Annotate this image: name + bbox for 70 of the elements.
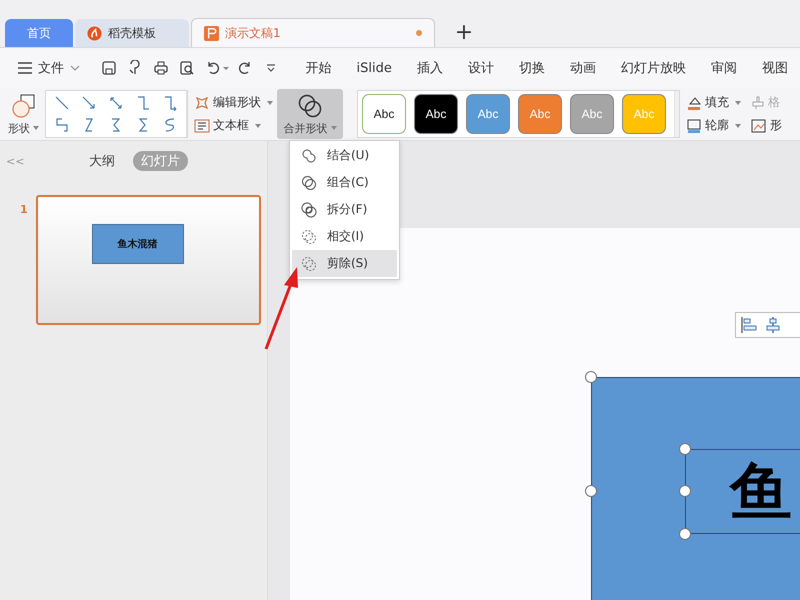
ribbon-tab[interactable]: 插入 bbox=[404, 59, 456, 77]
merge-icon bbox=[301, 256, 317, 272]
ribbon-tab[interactable]: 开始 bbox=[293, 59, 344, 77]
caret-icon bbox=[330, 126, 336, 130]
caret-icon bbox=[735, 124, 741, 128]
shape-effects-button[interactable]: 形 bbox=[751, 117, 782, 134]
unsaved-dot bbox=[416, 30, 422, 36]
shapes-icon bbox=[10, 92, 36, 118]
merge-shapes-button[interactable]: 合并形状 bbox=[277, 89, 343, 139]
document-tab[interactable]: 稻壳模板 bbox=[75, 19, 189, 47]
outline-icon bbox=[686, 118, 702, 132]
merge-icon bbox=[301, 228, 317, 244]
ribbon-tab[interactable]: 动画 bbox=[557, 59, 608, 77]
text-box-icon bbox=[194, 118, 210, 132]
caret-icon bbox=[255, 124, 261, 128]
merge-shapes-icon bbox=[297, 92, 323, 118]
slide-number: 1 bbox=[20, 202, 28, 216]
paintbrush-icon bbox=[751, 96, 765, 110]
resize-handle[interactable] bbox=[585, 371, 597, 383]
line-shape-icon[interactable] bbox=[54, 117, 70, 133]
menu-item[interactable]: 相交(I) bbox=[292, 223, 397, 250]
line-shape-icon[interactable] bbox=[162, 95, 178, 111]
menu-item[interactable]: 组合(C) bbox=[292, 169, 397, 196]
shapes-button[interactable]: 形状 bbox=[8, 89, 39, 139]
ribbon-tab[interactable]: iSlide bbox=[344, 60, 404, 76]
slide-thumbnail[interactable]: 鱼木混猪 bbox=[36, 195, 261, 325]
merge-icon bbox=[301, 148, 317, 164]
gallery-scrollbar[interactable] bbox=[186, 91, 187, 137]
merge-icon bbox=[301, 174, 317, 190]
file-menu[interactable]: 文件 bbox=[14, 59, 88, 77]
text-box-button[interactable]: 文本框 bbox=[194, 117, 273, 134]
outline-button[interactable]: 轮廓 bbox=[686, 117, 741, 134]
menu-icon bbox=[18, 62, 32, 74]
caret-icon bbox=[33, 126, 39, 130]
shape-style[interactable]: Abc bbox=[414, 94, 458, 134]
ribbon-tab[interactable]: 切换 bbox=[506, 59, 558, 77]
menu-item[interactable]: 拆分(F) bbox=[292, 196, 397, 223]
align-left-icon[interactable] bbox=[740, 316, 758, 334]
merge-icon bbox=[301, 202, 317, 218]
print-icon[interactable] bbox=[153, 60, 169, 76]
shape-text: 鱼木混猪 bbox=[92, 224, 184, 264]
ribbon-tab[interactable]: 视图 bbox=[749, 59, 800, 77]
line-shape-icon[interactable] bbox=[108, 95, 124, 111]
menu-item[interactable]: 剪除(S) bbox=[292, 250, 397, 277]
edit-shape-icon bbox=[194, 96, 210, 110]
line-shape-icon[interactable] bbox=[54, 95, 70, 111]
line-shape-icon[interactable] bbox=[81, 95, 97, 111]
image-effects-icon bbox=[751, 118, 767, 132]
resize-handle[interactable] bbox=[585, 485, 597, 497]
ribbon-tab[interactable]: 设计 bbox=[455, 59, 506, 77]
fill-bucket-icon bbox=[686, 96, 702, 110]
ribbon-tab[interactable]: 审阅 bbox=[698, 59, 750, 77]
chevron-down-icon bbox=[70, 64, 80, 72]
new-tab-button[interactable]: + bbox=[449, 19, 479, 47]
save-icon[interactable] bbox=[101, 60, 117, 76]
line-shape-icon[interactable] bbox=[135, 95, 151, 111]
caret-icon bbox=[267, 100, 273, 104]
menu-item[interactable]: 结合(U) bbox=[292, 142, 397, 169]
caret-icon bbox=[735, 100, 741, 104]
view-tab[interactable]: 大纲 bbox=[81, 151, 123, 171]
ribbon-tab[interactable]: 幻灯片放映 bbox=[608, 59, 698, 77]
gallery-scrollbar[interactable] bbox=[674, 91, 679, 137]
print-preview-icon[interactable] bbox=[179, 60, 195, 76]
edit-shape-button[interactable]: 编辑形状 bbox=[194, 94, 273, 111]
fill-button[interactable]: 填充 bbox=[686, 94, 741, 111]
align-center-icon[interactable] bbox=[764, 316, 782, 334]
caret-icon[interactable] bbox=[222, 64, 230, 72]
shape-style[interactable]: Abc bbox=[362, 94, 406, 134]
presentation-icon bbox=[204, 26, 219, 40]
flame-icon bbox=[87, 26, 102, 40]
